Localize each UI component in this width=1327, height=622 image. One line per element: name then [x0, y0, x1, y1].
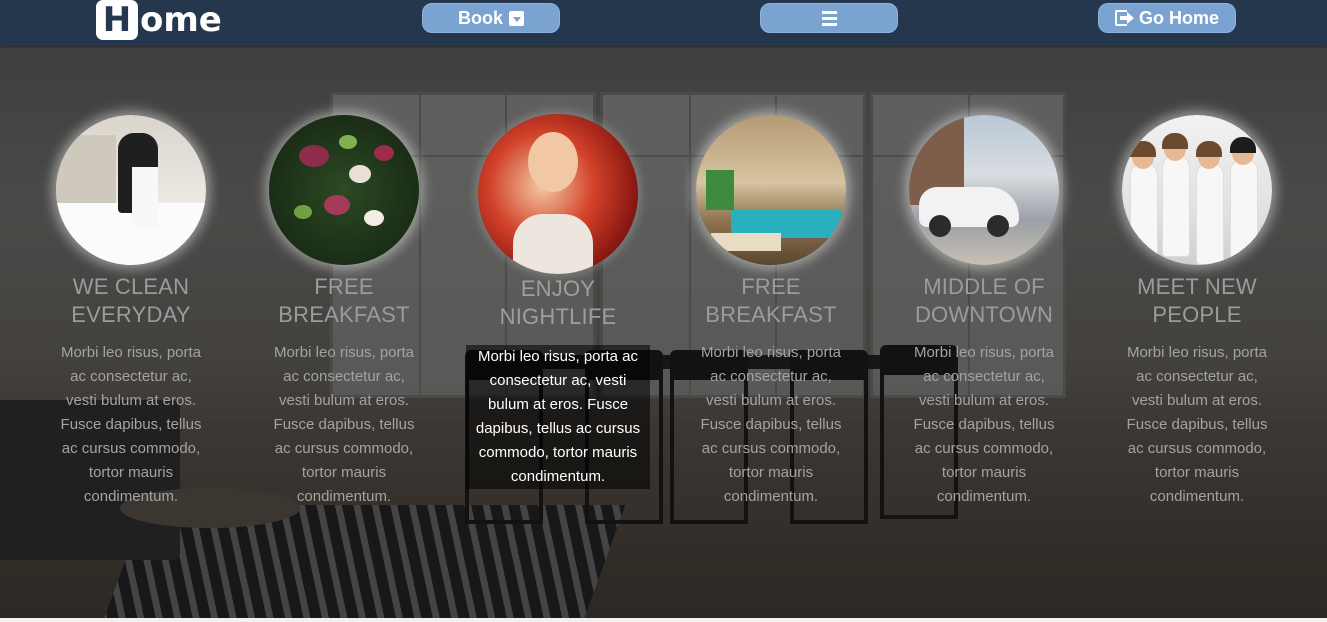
feature-title: MEET NEW PEOPLE [1137, 274, 1257, 327]
feature-card-breakfast[interactable]: FREE BREAKFAST Morbi leo risus, porta ac… [269, 115, 419, 509]
logo-initial: H [96, 0, 138, 40]
logo-text: ome [140, 0, 222, 40]
feature-description: Morbi leo risus, porta ac consectetur ac… [273, 344, 415, 505]
feature-title: ENJOY NIGHTLIFE [499, 276, 617, 329]
feature-title: WE CLEAN EVERYDAY [71, 274, 191, 327]
go-home-button[interactable]: Go Home [1098, 3, 1236, 33]
feature-description: Morbi leo risus, porta ac consectetur ac… [466, 345, 650, 489]
feature-description: Morbi leo risus, porta ac consectetur ac… [60, 344, 202, 505]
feature-card-breakfast-2[interactable]: FREE BREAKFAST Morbi leo risus, porta ac… [696, 115, 846, 509]
feature-title: MIDDLE OF DOWNTOWN [914, 274, 1054, 327]
nightlife-photo [478, 114, 638, 274]
feature-description: Morbi leo risus, porta ac consectetur ac… [913, 344, 1055, 505]
feature-description: Morbi leo risus, porta ac consectetur ac… [1126, 344, 1268, 505]
caret-square-down-icon [509, 10, 524, 26]
feature-title: FREE BREAKFAST [278, 274, 410, 327]
sign-out-icon [1114, 10, 1134, 26]
feature-card-nightlife[interactable]: ENJOY NIGHTLIFE Morbi leo risus, porta a… [466, 114, 650, 489]
menu-button[interactable] [760, 3, 898, 33]
book-dropdown-button[interactable]: Book [422, 3, 560, 33]
book-button-label: Book [458, 7, 503, 28]
feature-card-clean[interactable]: WE CLEAN EVERYDAY Morbi leo risus, porta… [56, 115, 206, 509]
bars-icon [821, 10, 837, 26]
top-navbar: Home Book Go Home [0, 0, 1327, 46]
go-home-label: Go Home [1138, 7, 1219, 28]
salad-photo [269, 115, 419, 265]
feature-card-downtown[interactable]: MIDDLE OF DOWNTOWN Morbi leo risus, port… [909, 115, 1059, 509]
home-logo[interactable]: Home [96, 0, 222, 40]
friends-group-photo [1122, 115, 1272, 265]
pool-lounge-photo [696, 115, 846, 265]
feature-title: FREE BREAKFAST [705, 274, 837, 327]
feature-card-people[interactable]: MEET NEW PEOPLE Morbi leo risus, porta a… [1122, 115, 1272, 509]
page-bottom-edge [0, 618, 1327, 622]
downtown-street-photo [909, 115, 1059, 265]
housekeeping-photo [56, 115, 206, 265]
feature-description: Morbi leo risus, porta ac consectetur ac… [700, 344, 842, 505]
